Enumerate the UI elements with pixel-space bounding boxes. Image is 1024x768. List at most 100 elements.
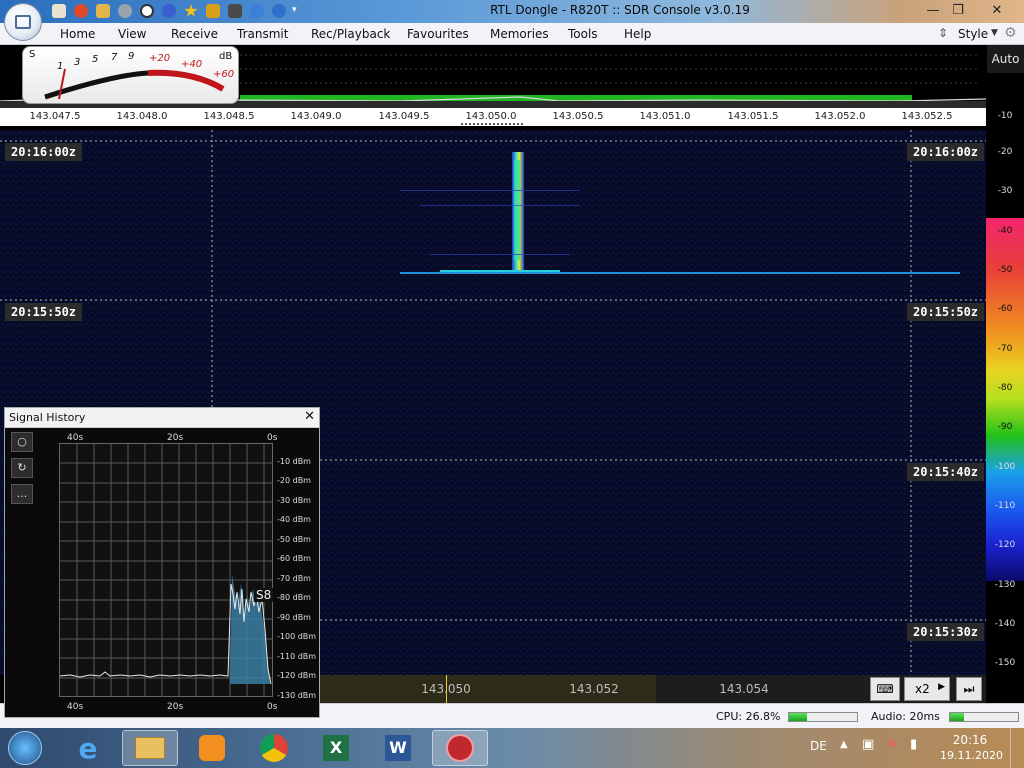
menu-help[interactable]: Help (624, 27, 651, 41)
menu-home[interactable]: Home (60, 27, 95, 41)
style-dropdown-icon[interactable]: ▼ (991, 28, 998, 38)
internet-explorer-icon: e (78, 731, 98, 765)
style-menu[interactable]: Style (958, 27, 988, 41)
zoom-selector[interactable]: x2 ▶ (904, 677, 950, 701)
app-menu-button[interactable] (4, 3, 42, 41)
zoom-arrow-icon: ▶ (938, 682, 945, 692)
signal-history-close-button[interactable]: ✕ (304, 409, 315, 424)
history-db-label: -110 dBm (277, 652, 317, 661)
taskbar-chrome[interactable] (246, 730, 302, 766)
show-desktop-button[interactable] (1010, 728, 1024, 768)
db-tick: -60 (997, 304, 1013, 314)
signal-history-plot: S8 (59, 443, 274, 697)
time-label: 20:15:30z (907, 623, 985, 641)
tray-signal-icon[interactable]: ▮ (910, 737, 917, 752)
db-tick: -110 (994, 501, 1016, 511)
lifebuoy-icon[interactable] (74, 4, 88, 18)
minimize-button[interactable]: — (922, 0, 944, 20)
freq-tick: 143.048.0 (116, 111, 168, 122)
taskbar-internet-explorer[interactable]: e (60, 730, 116, 766)
sdr-console-icon (446, 734, 474, 762)
menu-tools[interactable]: Tools (568, 27, 598, 41)
add-icon[interactable] (162, 4, 176, 18)
s-meter-s-label: S (29, 49, 36, 60)
freq-tick: 143.049.5 (378, 111, 430, 122)
history-time-label: 0s (267, 433, 278, 443)
taskbar-word[interactable]: W (370, 730, 426, 766)
menu-rec-playback[interactable]: Rec/Playback (311, 27, 390, 41)
s-meter: S dB 1 3 5 7 9 +20 +40 +60 (22, 46, 239, 104)
s-reading-badge: S8 (254, 588, 274, 602)
keyboard-icon[interactable]: ⌨ (870, 677, 900, 701)
lock-icon[interactable] (206, 4, 220, 18)
freq-tick: 143.048.5 (203, 111, 255, 122)
freq-tick: 143.051.0 (639, 111, 691, 122)
ruler-freq: 143.050 (421, 682, 471, 696)
db-tick: -20 (997, 147, 1013, 157)
db-tick: -150 (994, 658, 1016, 668)
quick-access-dropdown-icon[interactable]: ▾ (292, 5, 297, 15)
history-db-label: -10 dBm (277, 457, 311, 466)
camera-icon[interactable] (228, 4, 242, 18)
menu-favourites[interactable]: Favourites (407, 27, 469, 41)
menu-memories[interactable]: Memories (490, 27, 549, 41)
taskbar-sdr-console[interactable] (432, 730, 488, 766)
s-meter-db-label: dB (219, 51, 233, 62)
maximize-button[interactable]: ❐ (946, 0, 970, 20)
audio-meter (949, 712, 1019, 722)
history-db-label: -100 dBm (277, 632, 317, 641)
signal-history-panel[interactable]: Signal History ✕ ○ ↻ ... 40s 20s 0s S8 -… (4, 407, 320, 718)
folder-icon[interactable] (96, 4, 110, 18)
time-label: 20:16:00z (907, 143, 985, 161)
db-tick: -90 (997, 422, 1013, 432)
history-time-label: 20s (167, 702, 184, 712)
menu-transmit[interactable]: Transmit (237, 27, 288, 41)
db-tick: -40 (997, 226, 1013, 236)
excel-icon: X (323, 735, 349, 761)
menu-receive[interactable]: Receive (171, 27, 218, 41)
language-indicator[interactable]: DE (810, 739, 827, 753)
tray-volume-muted-icon[interactable]: ✕ (886, 737, 897, 752)
close-button[interactable]: ✕ (974, 0, 1020, 20)
drop-icon[interactable] (250, 4, 264, 18)
playback-icon[interactable]: ⏭ (956, 677, 982, 701)
style-switch-icon: ⇕ (938, 26, 949, 40)
stop-icon[interactable] (140, 4, 154, 18)
history-db-label: -40 dBm (277, 515, 311, 524)
favourite-star-icon[interactable] (184, 4, 198, 17)
audio-meter-fill (950, 713, 964, 721)
play-icon[interactable] (118, 4, 132, 18)
signal-history-refresh-button[interactable]: ↻ (11, 458, 33, 478)
home-icon[interactable] (52, 4, 66, 18)
s-meter-tick: 3 (74, 57, 81, 68)
tuning-marker[interactable] (461, 123, 523, 126)
taskbar-file-explorer[interactable] (122, 730, 178, 766)
refresh-icon[interactable] (272, 4, 286, 18)
clock-time[interactable]: 20:16 (940, 733, 1000, 747)
time-label: 20:15:50z (907, 303, 985, 321)
taskbar-excel[interactable]: X (308, 730, 364, 766)
history-db-label: -130 dBm (277, 691, 317, 700)
history-db-label: -120 dBm (277, 671, 317, 680)
signal-history-title[interactable]: Signal History ✕ (5, 408, 319, 428)
history-time-label: 0s (267, 702, 278, 712)
freq-tick: 143.052.5 (901, 111, 953, 122)
signal-history-reset-button[interactable]: ○ (11, 432, 33, 452)
media-player-icon (199, 735, 225, 761)
start-orb-icon (8, 731, 42, 765)
frequency-axis[interactable]: 143.047.5 143.048.0 143.048.5 143.049.0 … (0, 108, 986, 130)
signal-history-more-button[interactable]: ... (11, 484, 33, 504)
db-tick: -140 (994, 619, 1016, 629)
tray-expand-icon[interactable]: ▲ (840, 739, 848, 750)
tray-device-icon[interactable]: ▣ (862, 737, 874, 752)
auto-scale-button[interactable]: Auto (987, 45, 1024, 73)
time-label: 20:15:50z (5, 303, 83, 321)
clock-date[interactable]: 19.11.2020 (940, 749, 1003, 762)
freq-tick: 143.050.0 (465, 111, 517, 122)
sdr-console-window: ▾ RTL Dongle - R820T :: SDR Console v3.0… (0, 0, 1024, 768)
taskbar-media-player[interactable] (184, 730, 240, 766)
color-scale[interactable]: -10 -20 -30 -40 -50 -60 -70 -80 -90 -100… (986, 108, 1024, 675)
menu-view[interactable]: View (118, 27, 146, 41)
start-button[interactable] (2, 730, 48, 766)
settings-gear-icon[interactable]: ⚙ (1004, 25, 1017, 41)
